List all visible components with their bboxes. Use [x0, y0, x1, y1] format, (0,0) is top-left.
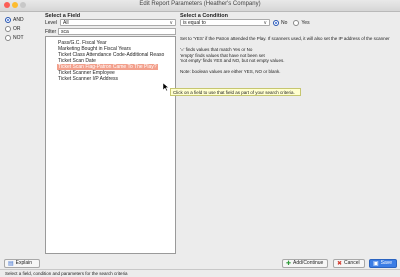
- connector-and-label: AND: [13, 17, 24, 23]
- save-label: Save: [380, 260, 393, 266]
- explain-label: Explain: [15, 260, 33, 266]
- radio-no[interactable]: [273, 20, 279, 26]
- tooltip: Click on a field to use that field as pa…: [170, 88, 301, 96]
- field-list[interactable]: Pass/G.C. Fiscal Year Marketing Bought i…: [45, 36, 176, 254]
- filter-label: Filter: [45, 29, 57, 35]
- chevron-down-icon: ∨: [169, 20, 173, 26]
- connector-not[interactable]: NOT: [5, 34, 24, 42]
- cancel-icon: ✖: [337, 260, 343, 267]
- radio-or[interactable]: [5, 26, 11, 32]
- chevron-down-icon: ∨: [263, 20, 267, 26]
- yes-label: Yes: [301, 20, 310, 26]
- radio-yes[interactable]: [293, 20, 300, 26]
- level-label: Level: [45, 20, 57, 26]
- condition-description: Set to 'YES' if the Patron attended the …: [180, 36, 400, 75]
- radio-not[interactable]: [5, 35, 11, 41]
- description-line: Note: boolean values are either YES, NO …: [180, 69, 281, 74]
- condition-value: is equal to: [183, 20, 206, 26]
- level-value: All: [63, 20, 69, 26]
- connector-not-label: NOT: [13, 35, 24, 41]
- connector-or[interactable]: OR: [5, 25, 24, 33]
- save-button[interactable]: ▣ Save: [369, 259, 397, 268]
- window-title: Edit Report Parameters (Heather's Compan…: [139, 1, 261, 7]
- title-bar: Edit Report Parameters (Heather's Compan…: [0, 0, 400, 12]
- add-icon: ✚: [286, 260, 292, 267]
- level-select[interactable]: All ∨: [60, 19, 176, 26]
- description-line: Set to 'YES' if the Patron attended the …: [180, 36, 390, 41]
- add-continue-button[interactable]: ✚ Add/Continue: [282, 259, 328, 268]
- cancel-label: Cancel: [344, 260, 360, 266]
- mouse-pointer-icon: [163, 83, 169, 91]
- condition-select[interactable]: is equal to ∨: [180, 19, 270, 26]
- list-item[interactable]: Ticket Scanner I/P Address: [57, 76, 119, 82]
- yes-no-group: No Yes: [273, 20, 310, 26]
- no-label: No: [281, 20, 288, 26]
- add-continue-label: Add/Continue: [293, 260, 324, 266]
- connector-and[interactable]: AND: [5, 16, 24, 24]
- explain-button[interactable]: ▤ Explain: [4, 259, 40, 268]
- cancel-button[interactable]: ✖ Cancel: [333, 259, 365, 268]
- save-icon: ▣: [373, 260, 379, 267]
- connector-group: AND OR NOT: [5, 16, 24, 43]
- radio-and[interactable]: [5, 17, 11, 23]
- connector-or-label: OR: [13, 26, 21, 32]
- book-icon: ▤: [8, 260, 14, 267]
- status-bar: Select a field, condition and parameters…: [0, 269, 400, 277]
- filter-input[interactable]: sca: [58, 28, 176, 35]
